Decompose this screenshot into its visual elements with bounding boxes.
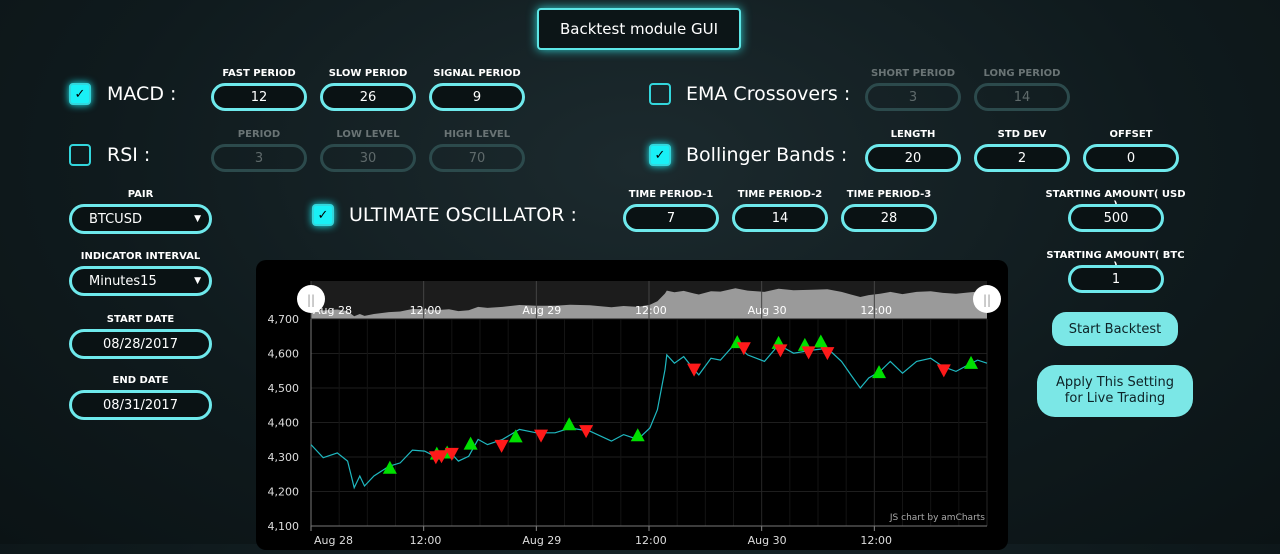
low-level-label: LOW LEVEL — [336, 129, 400, 140]
time-period-2-input[interactable]: 14 — [732, 204, 828, 232]
grip-icon: || — [983, 293, 991, 307]
ema-checkbox[interactable] — [649, 83, 671, 105]
time-period-1-label: TIME PERIOD-1 — [628, 189, 714, 200]
sell-marker — [773, 344, 788, 358]
y-tick-label: 4,300 — [268, 451, 300, 464]
scrollbar-tick-label: Aug 30 — [748, 304, 787, 317]
btc-amount-input[interactable]: 1 — [1068, 265, 1164, 293]
high-level-input[interactable]: 70 — [429, 144, 525, 172]
page-title: Backtest module GUI — [537, 8, 741, 50]
chevron-down-icon: ▼ — [194, 214, 201, 224]
rsi-label: RSI : — [107, 144, 151, 166]
long-period-label: LONG PERIOD — [983, 68, 1061, 79]
y-tick-label: 4,500 — [268, 382, 300, 395]
slow-period-label: SLOW PERIOD — [328, 68, 408, 79]
bollinger-checkbox[interactable]: ✓ — [649, 144, 671, 166]
sell-marker — [801, 346, 816, 360]
end-date-label: END DATE — [112, 375, 169, 386]
y-tick-label: 4,600 — [268, 348, 300, 361]
grip-icon: || — [307, 293, 315, 307]
pair-value: BTCUSD — [89, 211, 142, 227]
uo-checkbox[interactable]: ✓ — [312, 204, 334, 226]
y-tick-label: 4,100 — [268, 520, 300, 533]
time-period-3-label: TIME PERIOD-3 — [846, 189, 932, 200]
start-date-input[interactable]: 08/28/2017 — [69, 329, 212, 359]
usd-amount-input[interactable]: 500 — [1068, 204, 1164, 232]
x-tick-label: 12:00 — [635, 534, 667, 547]
macd-checkbox[interactable]: ✓ — [69, 83, 91, 105]
scrollbar-tick-label: 12:00 — [635, 304, 667, 317]
short-period-input[interactable]: 3 — [865, 83, 961, 111]
time-period-2-label: TIME PERIOD-2 — [737, 189, 823, 200]
end-date-input[interactable]: 08/31/2017 — [69, 390, 212, 420]
low-level-input[interactable]: 30 — [320, 144, 416, 172]
amcharts-credit: JS chart by amCharts — [889, 513, 985, 523]
time-period-3-input[interactable]: 28 — [841, 204, 937, 232]
sell-marker — [936, 364, 951, 378]
interval-value: Minutes15 — [89, 273, 157, 289]
price-chart: 4,100 4,200 4,300 4,400 4,500 4,600 4,700 Aug 2… — [256, 260, 1008, 550]
buy-marker — [382, 460, 397, 474]
interval-select[interactable]: Minutes15 ▼ — [69, 266, 212, 296]
offset-label: OFFSET — [1109, 129, 1153, 140]
buy-marker — [813, 334, 828, 348]
pair-select[interactable]: BTCUSD ▼ — [69, 204, 212, 234]
scrollbar-tick-label: 12:00 — [410, 304, 442, 317]
x-tick-label: 12:00 — [410, 534, 442, 547]
start-date-label: START DATE — [106, 314, 175, 325]
fast-period-input[interactable]: 12 — [211, 83, 307, 111]
x-tick-label: Aug 29 — [522, 534, 561, 547]
high-level-label: HIGH LEVEL — [443, 129, 511, 140]
bollinger-label: Bollinger Bands : — [686, 144, 848, 166]
offset-input[interactable]: 0 — [1083, 144, 1179, 172]
rsi-period-input[interactable]: 3 — [211, 144, 307, 172]
short-period-label: SHORT PERIOD — [870, 68, 955, 79]
sell-marker — [494, 439, 509, 453]
std-dev-label: STD DEV — [997, 129, 1047, 140]
length-input[interactable]: 20 — [865, 144, 961, 172]
chevron-down-icon: ▼ — [194, 276, 201, 286]
std-dev-input[interactable]: 2 — [974, 144, 1070, 172]
long-period-input[interactable]: 14 — [974, 83, 1070, 111]
buy-marker — [508, 429, 523, 443]
signal-period-input[interactable]: 9 — [429, 83, 525, 111]
fast-period-label: FAST PERIOD — [222, 68, 296, 79]
macd-label: MACD : — [107, 83, 177, 105]
interval-label: INDICATOR INTERVAL — [80, 251, 201, 262]
rsi-period-label: PERIOD — [237, 129, 281, 140]
x-tick-label: Aug 28 — [314, 534, 353, 547]
slow-period-input[interactable]: 26 — [320, 83, 416, 111]
start-backtest-button[interactable]: Start Backtest — [1052, 312, 1178, 346]
ema-label: EMA Crossovers : — [686, 83, 851, 105]
y-tick-label: 4,400 — [268, 417, 300, 430]
pair-label: PAIR — [127, 189, 154, 200]
y-tick-label: 4,700 — [268, 313, 300, 326]
x-tick-label: 12:00 — [860, 534, 892, 547]
uo-label: ULTIMATE OSCILLATOR : — [349, 204, 577, 226]
length-label: LENGTH — [890, 129, 936, 140]
rsi-checkbox[interactable] — [69, 144, 91, 166]
scrollbar-tick-label: 12:00 — [860, 304, 892, 317]
time-period-1-input[interactable]: 7 — [623, 204, 719, 232]
scrollbar-tick-label: Aug 29 — [522, 304, 561, 317]
price-chart-svg: 4,100 4,200 4,300 4,400 4,500 4,600 4,700 Aug 2… — [268, 281, 1001, 547]
apply-live-button[interactable]: Apply This Setting for Live Trading — [1037, 365, 1193, 417]
y-tick-label: 4,200 — [268, 486, 300, 499]
signal-period-label: SIGNAL PERIOD — [433, 68, 521, 79]
buy-marker — [964, 355, 979, 369]
x-tick-label: Aug 30 — [748, 534, 787, 547]
